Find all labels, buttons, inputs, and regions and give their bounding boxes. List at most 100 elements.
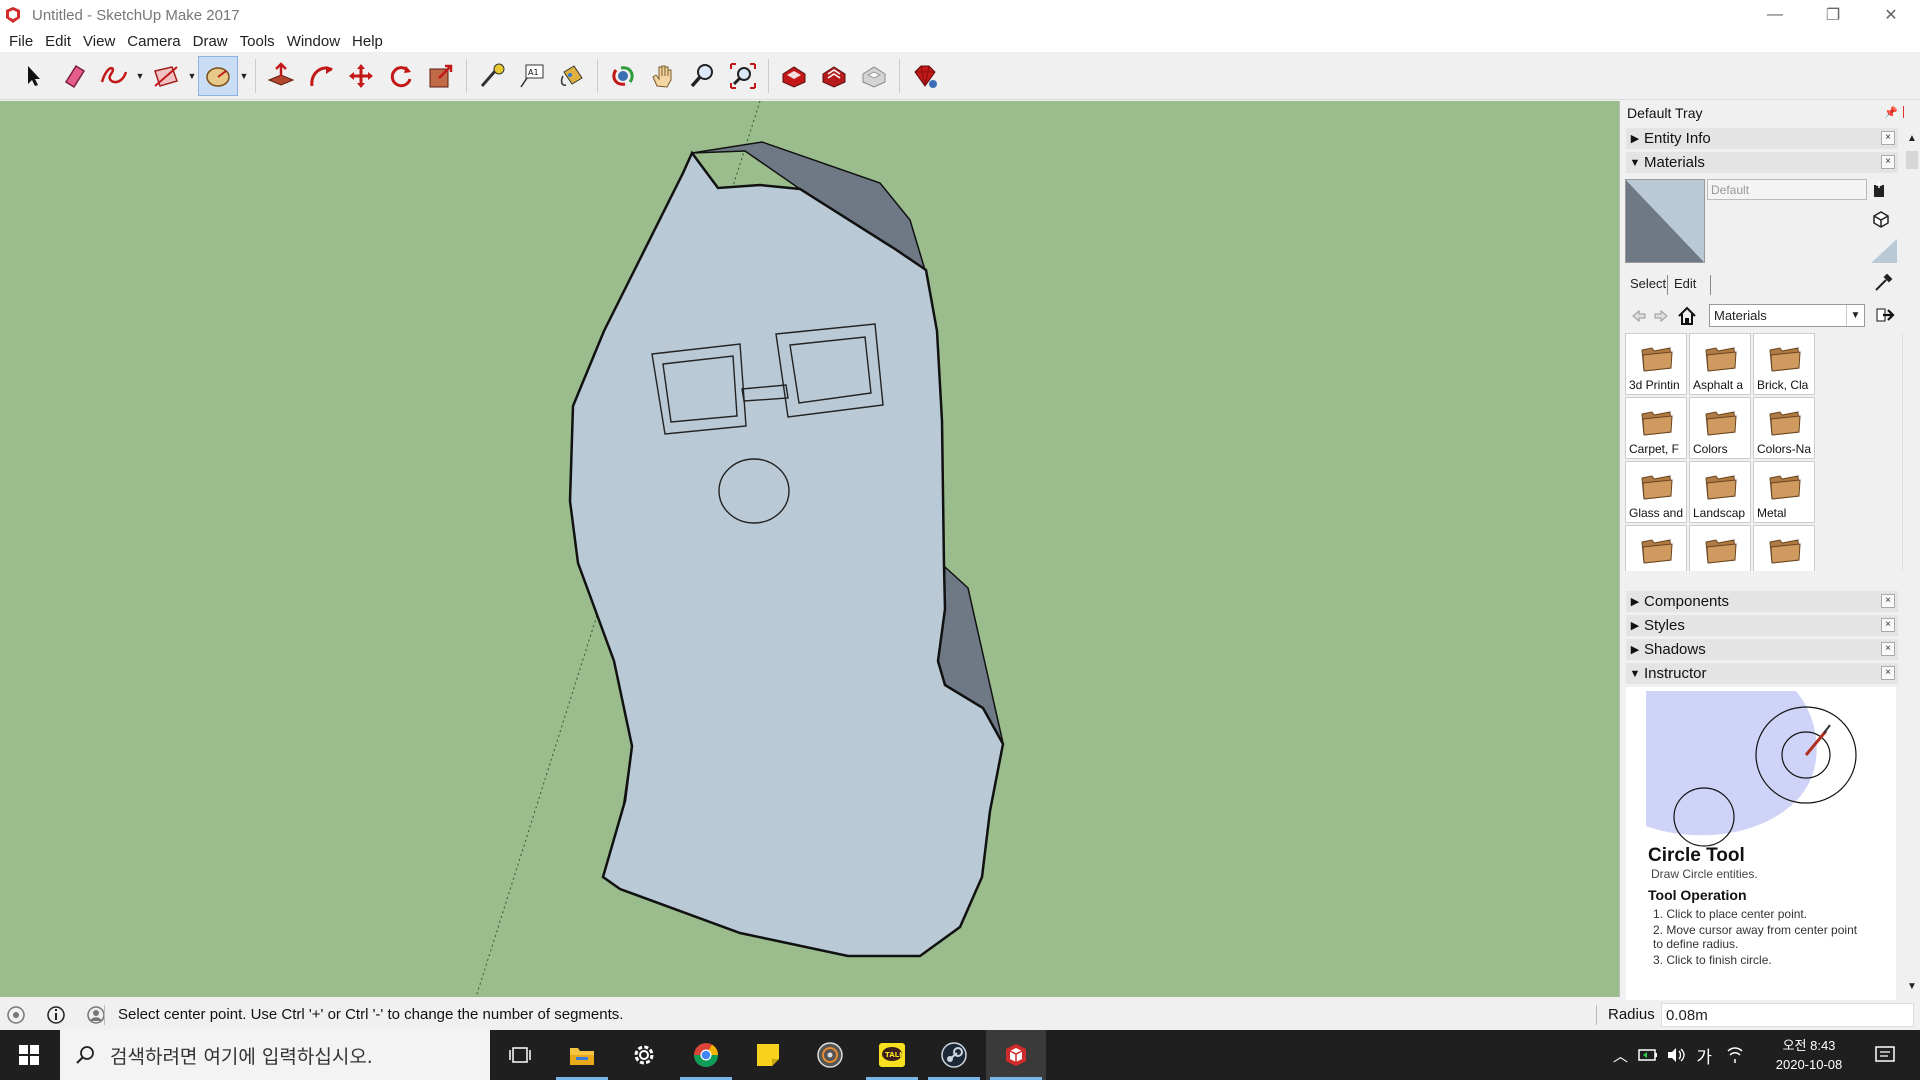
panel-close-icon[interactable]: × bbox=[1881, 666, 1895, 680]
default-material-icon[interactable] bbox=[1871, 209, 1891, 229]
panel-instructor[interactable]: ▼ Instructor × bbox=[1626, 663, 1898, 684]
circle-tool-button[interactable] bbox=[198, 55, 238, 96]
material-folder-item[interactable]: Patterns bbox=[1625, 525, 1687, 571]
panel-close-icon[interactable]: × bbox=[1881, 642, 1895, 656]
menu-edit[interactable]: Edit bbox=[39, 33, 77, 50]
panel-entity-info[interactable]: ▶ Entity Info × bbox=[1626, 128, 1898, 149]
material-folder-item[interactable]: Brick, Cla bbox=[1753, 333, 1815, 395]
steam-button[interactable] bbox=[924, 1030, 984, 1080]
menu-file[interactable]: File bbox=[3, 33, 39, 50]
show-hidden-icons-icon[interactable]: ︿ bbox=[1613, 1045, 1628, 1066]
tray-scroll-down-icon[interactable]: ▼ bbox=[1907, 981, 1917, 992]
menu-draw[interactable]: Draw bbox=[187, 33, 234, 50]
settings-button[interactable] bbox=[614, 1030, 674, 1080]
geo-location-icon[interactable] bbox=[6, 1005, 26, 1025]
sketchup-taskbar-button[interactable] bbox=[986, 1030, 1046, 1080]
taskbar-search-box[interactable]: 검색하려면 여기에 입력하십시오. bbox=[60, 1030, 490, 1080]
orbit-tool-button[interactable] bbox=[603, 56, 643, 96]
pan-tool-button[interactable] bbox=[643, 56, 683, 96]
move-tool-button[interactable] bbox=[341, 56, 381, 96]
sticky-notes-button[interactable] bbox=[738, 1030, 798, 1080]
tab-select[interactable]: Select bbox=[1626, 274, 1670, 294]
task-view-button[interactable] bbox=[490, 1030, 550, 1080]
material-folder-item[interactable]: Asphalt a bbox=[1689, 333, 1751, 395]
menu-camera[interactable]: Camera bbox=[121, 33, 186, 50]
measurements-input[interactable]: 0.08m bbox=[1661, 1003, 1914, 1027]
user-account-icon[interactable] bbox=[86, 1005, 106, 1025]
material-folder-item[interactable]: Stone bbox=[1753, 525, 1815, 571]
pin-icon[interactable]: 📌 bbox=[1884, 106, 1898, 119]
material-folder-item[interactable]: Colors bbox=[1689, 397, 1751, 459]
minimize-button[interactable]: — bbox=[1746, 0, 1804, 30]
start-button[interactable] bbox=[0, 1030, 58, 1080]
eyedropper-icon[interactable] bbox=[1873, 273, 1893, 293]
follow-me-tool-button[interactable] bbox=[301, 56, 341, 96]
freehand-tool-button[interactable] bbox=[94, 56, 134, 96]
extension-manager-button[interactable] bbox=[905, 56, 945, 96]
panel-close-icon[interactable]: × bbox=[1881, 618, 1895, 632]
panel-materials[interactable]: ▼ Materials × bbox=[1626, 152, 1898, 173]
3d-warehouse-button[interactable] bbox=[774, 56, 814, 96]
menu-window[interactable]: Window bbox=[281, 33, 346, 50]
material-folder-item[interactable]: Colors-Na bbox=[1753, 397, 1815, 459]
extension-warehouse-button[interactable] bbox=[814, 56, 854, 96]
push-pull-tool-button[interactable] bbox=[261, 56, 301, 96]
material-folder-item[interactable]: Glass and bbox=[1625, 461, 1687, 523]
forward-arrow-icon[interactable] bbox=[1653, 308, 1669, 324]
battery-icon[interactable] bbox=[1638, 1046, 1658, 1064]
rotate-tool-button[interactable] bbox=[381, 56, 421, 96]
paint-bucket-tool-button[interactable] bbox=[552, 56, 592, 96]
scale-tool-button[interactable] bbox=[421, 56, 461, 96]
panel-shadows[interactable]: ▶ Shadows × bbox=[1626, 639, 1898, 660]
volume-icon[interactable] bbox=[1666, 1045, 1686, 1065]
material-library-select[interactable]: Materials ▼ bbox=[1709, 304, 1865, 327]
panel-close-icon[interactable]: × bbox=[1881, 131, 1895, 145]
zoom-extents-tool-button[interactable] bbox=[723, 56, 763, 96]
panel-close-icon[interactable]: × bbox=[1881, 155, 1895, 169]
model-viewport[interactable] bbox=[0, 101, 1620, 997]
zoom-tool-button[interactable] bbox=[683, 56, 723, 96]
taskbar-clock[interactable]: 오전 8:43 2020-10-08 bbox=[1764, 1036, 1854, 1074]
menu-tools[interactable]: Tools bbox=[234, 33, 281, 50]
tray-scrollbar[interactable]: ▲ ▼ bbox=[1904, 101, 1920, 996]
close-button[interactable]: ✕ bbox=[1862, 0, 1920, 30]
rectangle-tool-button[interactable] bbox=[146, 56, 186, 96]
tab-edit[interactable]: Edit bbox=[1670, 274, 1700, 294]
tape-measure-tool-button[interactable] bbox=[472, 56, 512, 96]
text-tool-button[interactable]: A1 bbox=[512, 56, 552, 96]
select-tool-button[interactable] bbox=[14, 56, 54, 96]
back-arrow-icon[interactable] bbox=[1631, 308, 1647, 324]
restore-button[interactable]: ❐ bbox=[1804, 0, 1862, 30]
file-explorer-button[interactable] bbox=[552, 1030, 612, 1080]
menu-help[interactable]: Help bbox=[346, 33, 389, 50]
chrome-button[interactable] bbox=[676, 1030, 736, 1080]
panel-styles[interactable]: ▶ Styles × bbox=[1626, 615, 1898, 636]
material-folder-item[interactable]: Roofing bbox=[1689, 525, 1751, 571]
panel-close-icon[interactable]: × bbox=[1881, 594, 1895, 608]
ime-indicator[interactable]: 가 bbox=[1696, 1043, 1712, 1068]
material-folder-item[interactable]: 3d Printin bbox=[1625, 333, 1687, 395]
network-icon[interactable] bbox=[1726, 1045, 1744, 1065]
media-player-button[interactable] bbox=[800, 1030, 860, 1080]
material-name-field[interactable]: Default bbox=[1707, 179, 1867, 200]
action-center-icon[interactable] bbox=[1874, 1045, 1896, 1065]
eraser-tool-button[interactable] bbox=[54, 56, 94, 96]
material-folder-item[interactable]: Carpet, F bbox=[1625, 397, 1687, 459]
rectangle-dropdown[interactable]: ▼ bbox=[186, 56, 198, 96]
material-folder-item[interactable]: Metal bbox=[1753, 461, 1815, 523]
create-material-icon[interactable] bbox=[1871, 181, 1889, 199]
details-arrow-icon[interactable] bbox=[1875, 306, 1895, 324]
panel-components[interactable]: ▶ Components × bbox=[1626, 591, 1898, 612]
sample-paint-swatch-icon[interactable] bbox=[1871, 239, 1897, 263]
model-canvas[interactable] bbox=[0, 101, 1620, 997]
menu-view[interactable]: View bbox=[77, 33, 121, 50]
freehand-dropdown[interactable]: ▼ bbox=[134, 56, 146, 96]
kakaotalk-button[interactable]: TALK bbox=[862, 1030, 922, 1080]
material-folder-item[interactable]: Landscap bbox=[1689, 461, 1751, 523]
circle-dropdown[interactable]: ▼ bbox=[238, 56, 250, 96]
tray-scroll-up-icon[interactable]: ▲ bbox=[1907, 133, 1917, 144]
home-icon[interactable] bbox=[1677, 306, 1697, 326]
layout-button[interactable] bbox=[854, 56, 894, 96]
tray-scroll-thumb[interactable] bbox=[1906, 151, 1918, 169]
credits-info-icon[interactable] bbox=[46, 1005, 66, 1025]
